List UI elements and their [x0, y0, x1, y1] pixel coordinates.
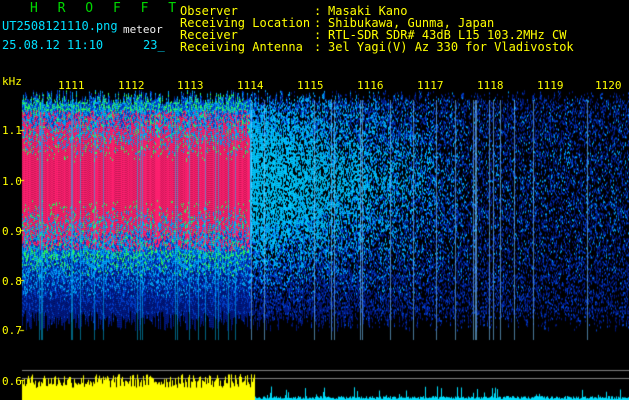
- x-tick-label: 1119: [537, 79, 564, 92]
- y-tick-label: 0.6: [2, 375, 22, 388]
- x-tick-label: 1118: [477, 79, 504, 92]
- x-tick-label: 1112: [118, 79, 145, 92]
- antenna-label: Receiving Antenna: [180, 40, 303, 54]
- detection-count: 23_: [143, 38, 165, 52]
- x-tick-label: 1116: [357, 79, 384, 92]
- y-tick-label: 1.0: [2, 175, 22, 188]
- y-tick-label: 0.7: [2, 324, 22, 337]
- antenna-sep: :: [314, 40, 322, 54]
- x-tick-label: 1115: [297, 79, 324, 92]
- x-tick-label: 1117: [417, 79, 444, 92]
- image-filename: UT2508121110.png: [2, 19, 118, 33]
- x-tick-label: 1113: [177, 79, 204, 92]
- spectrogram-canvas: [0, 70, 629, 400]
- y-tick-label: 1.1: [2, 124, 22, 137]
- observation-datetime: 25.08.12 11:10: [2, 38, 104, 52]
- detection-tag: meteor: [123, 23, 163, 36]
- antenna-value: 3el Yagi(V) Az 330 for Vladivostok: [328, 40, 574, 54]
- station-name: H R O F F T: [30, 1, 183, 16]
- y-tick-label: 0.8: [2, 275, 22, 288]
- x-tick-label: 1111: [58, 79, 85, 92]
- y-axis-unit: kHz: [2, 75, 22, 88]
- x-tick-label: 1120: [595, 79, 622, 92]
- x-tick-label: 1114: [237, 79, 264, 92]
- y-tick-label: 0.9: [2, 225, 22, 238]
- header-panel: H R O F F T UT2508121110.png meteor 25.0…: [0, 0, 629, 70]
